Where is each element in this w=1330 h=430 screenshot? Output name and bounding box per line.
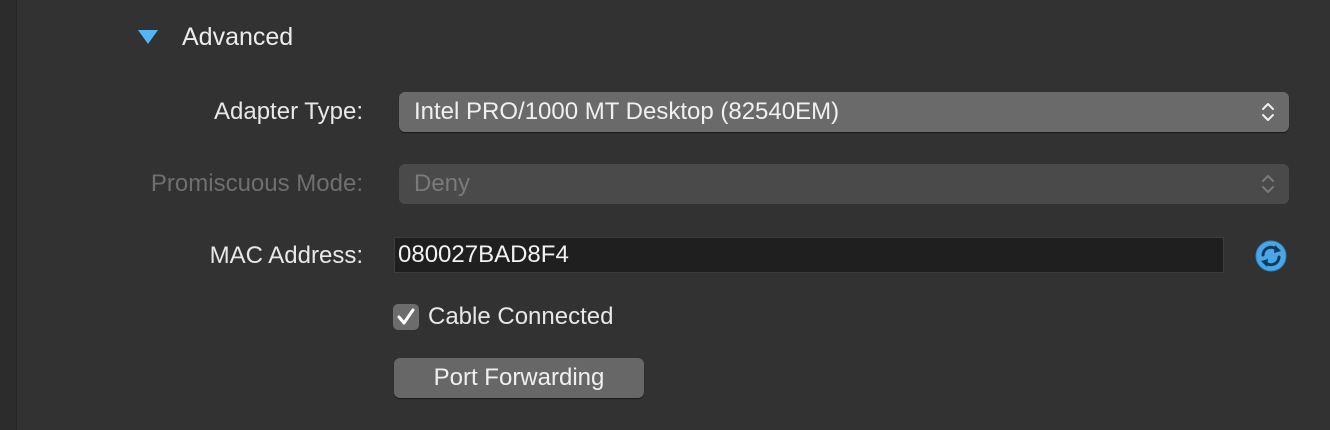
- adapter-type-row: Adapter Type: Intel PRO/1000 MT Desktop …: [0, 90, 1330, 134]
- advanced-disclosure[interactable]: Advanced: [138, 20, 293, 54]
- cable-connected-label[interactable]: Cable Connected: [428, 303, 613, 331]
- promiscuous-mode-row: Promiscuous Mode: Deny: [0, 162, 1330, 206]
- section-title: Advanced: [182, 22, 294, 51]
- chevron-updown-icon: [1262, 175, 1274, 193]
- mac-address-field[interactable]: [394, 237, 1224, 273]
- chevron-updown-icon: [1262, 103, 1274, 121]
- cable-connected-row: Cable Connected: [0, 295, 700, 339]
- refresh-icon[interactable]: [1255, 240, 1287, 272]
- adapter-type-value: Intel PRO/1000 MT Desktop (82540EM): [414, 98, 840, 125]
- checkmark-icon: [397, 308, 415, 325]
- promiscuous-mode-value: Deny: [414, 170, 471, 197]
- mac-address-row: MAC Address:: [0, 234, 1330, 278]
- adapter-type-label: Adapter Type:: [214, 98, 363, 125]
- left-divider: [0, 0, 17, 430]
- disclosure-triangle-down-icon[interactable]: [138, 30, 158, 44]
- promiscuous-mode-label: Promiscuous Mode:: [150, 170, 363, 197]
- adapter-type-select[interactable]: Intel PRO/1000 MT Desktop (82540EM): [399, 92, 1289, 132]
- port-forwarding-button[interactable]: Port Forwarding: [394, 358, 644, 398]
- mac-address-label: MAC Address:: [209, 242, 363, 269]
- promiscuous-mode-select: Deny: [399, 164, 1289, 204]
- cable-connected-checkbox[interactable]: [393, 304, 419, 330]
